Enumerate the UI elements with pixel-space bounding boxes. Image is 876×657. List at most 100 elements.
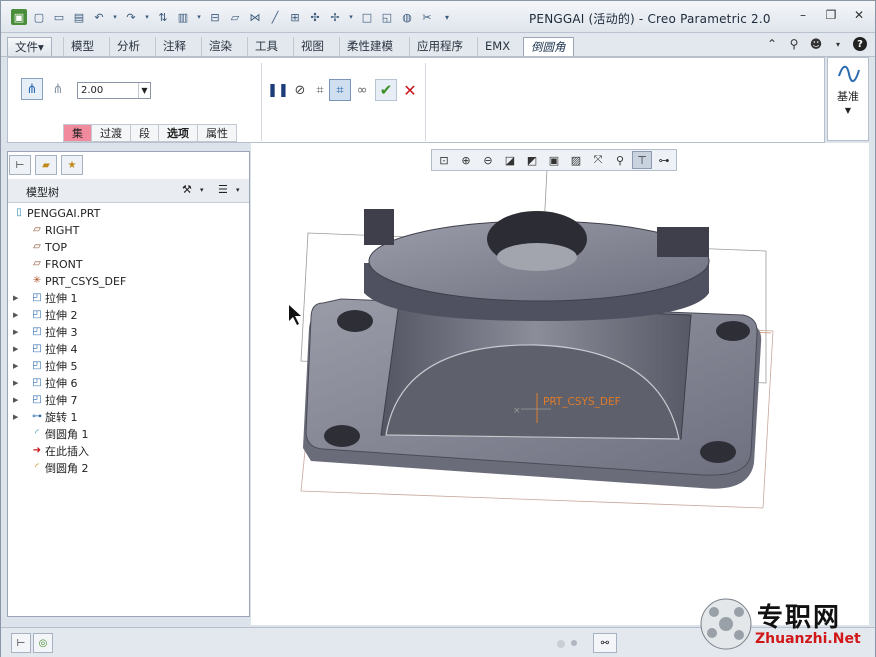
pattern-icon[interactable]: ⊞	[287, 9, 303, 25]
subtab-properties[interactable]: 属性	[197, 124, 237, 142]
expand-arrow-icon[interactable]: ▶	[13, 307, 18, 324]
collapse-ribbon-icon[interactable]: ⌃	[765, 37, 779, 51]
mirror-icon[interactable]: ⋈	[247, 9, 263, 25]
expand-arrow-icon[interactable]: ▶	[13, 409, 18, 426]
tab-tools[interactable]: 工具	[247, 37, 285, 56]
datum-point-icon[interactable]: ✢	[327, 9, 343, 25]
tree-item[interactable]: ▱ TOP	[11, 239, 247, 256]
sketch-icon[interactable]: ▱	[227, 9, 243, 25]
community-dropdown-icon[interactable]: ▾	[831, 37, 845, 51]
tree-item[interactable]: ✳ PRT_CSYS_DEF	[11, 273, 247, 290]
tab-annotate[interactable]: 注释	[155, 37, 193, 56]
expand-arrow-icon[interactable]: ▶	[13, 392, 18, 409]
tab-view[interactable]: 视图	[293, 37, 331, 56]
refit-icon[interactable]: ⊡	[434, 151, 454, 169]
subtab-pieces[interactable]: 段	[130, 124, 158, 142]
constant-round-icon[interactable]: ⋔	[21, 78, 43, 100]
tab-round[interactable]: 倒圆角	[523, 37, 574, 56]
csys-icon[interactable]: ✣	[307, 9, 323, 25]
full-round-icon[interactable]: ⋔	[47, 78, 69, 100]
close-window-icon[interactable]: ⊟	[207, 9, 223, 25]
show-browser-icon[interactable]: ◎	[33, 633, 53, 653]
undo-dropdown-icon[interactable]: ▾	[111, 9, 119, 25]
tab-applications[interactable]: 应用程序	[409, 37, 470, 56]
help-icon[interactable]: ?	[853, 37, 867, 51]
expand-arrow-icon[interactable]: ▶	[13, 358, 18, 375]
cut-icon[interactable]: ✂	[419, 9, 435, 25]
subtab-sets[interactable]: 集	[63, 124, 91, 142]
tree-item[interactable]: ◜ 倒圆角 1	[11, 426, 247, 443]
open-file-icon[interactable]: ▭	[51, 9, 67, 25]
expand-arrow-icon[interactable]: ▶	[13, 290, 18, 307]
tree-columns-icon[interactable]: ☰	[218, 183, 228, 196]
geometry-preview-icon[interactable]: ⌗	[309, 79, 331, 101]
minimize-icon[interactable]: –	[795, 8, 811, 22]
saved-views-icon[interactable]: ▣	[544, 151, 564, 169]
search-icon[interactable]: ⚲	[787, 37, 801, 51]
restore-icon[interactable]: ❐	[823, 8, 839, 22]
windows-icon[interactable]: ▥	[175, 9, 191, 25]
community-icon[interactable]: ☻	[809, 37, 823, 51]
new-file-icon[interactable]: ▢	[31, 9, 47, 25]
tab-file[interactable]: 文件▾	[7, 37, 52, 56]
spin-center-icon[interactable]: ⊶	[654, 151, 674, 169]
tree-item[interactable]: ▶ ◰ 拉伸 6	[11, 375, 247, 392]
model-tree-tab-icon[interactable]: ⊢	[9, 155, 31, 175]
tab-analysis[interactable]: 分析	[109, 37, 147, 56]
radius-input[interactable]: 2.00 ▼	[77, 82, 151, 99]
zoom-in-icon[interactable]: ⊕	[456, 151, 476, 169]
redo-dropdown-icon[interactable]: ▾	[143, 9, 151, 25]
display-style-icon[interactable]: ◩	[522, 151, 542, 169]
cancel-x-icon[interactable]: ✕	[399, 79, 421, 101]
feature-preview-icon[interactable]: ⌗	[329, 79, 351, 101]
tree-item[interactable]: ▶ ◰ 拉伸 1	[11, 290, 247, 307]
tab-render[interactable]: 渲染	[201, 37, 239, 56]
tab-emx[interactable]: EMX	[477, 37, 517, 56]
radius-dropdown-icon[interactable]: ▼	[138, 83, 150, 98]
tree-item[interactable]: ▶ ◰ 拉伸 7	[11, 392, 247, 409]
no-preview-icon[interactable]: ⊘	[289, 79, 311, 101]
expand-arrow-icon[interactable]: ▶	[13, 324, 18, 341]
tree-item[interactable]: ◜ 倒圆角 2	[11, 460, 247, 477]
tree-item[interactable]: ▶ ◰ 拉伸 4	[11, 341, 247, 358]
view-manager-icon[interactable]: ▨	[566, 151, 586, 169]
repaint-icon[interactable]: ◪	[500, 151, 520, 169]
tree-item[interactable]: ▯ PENGGAI.PRT	[11, 205, 247, 222]
tree-item[interactable]: ▶ ◰ 拉伸 5	[11, 358, 247, 375]
tree-item[interactable]: ▶ ◰ 拉伸 3	[11, 324, 247, 341]
windows-dropdown-icon[interactable]: ▾	[195, 9, 203, 25]
annotation-display-icon[interactable]: ⊤	[632, 151, 652, 169]
tree-settings-icon[interactable]: ⚒	[182, 183, 192, 196]
find-icon[interactable]: ⚯	[593, 633, 617, 653]
pause-icon[interactable]: ❚❚	[267, 79, 289, 101]
apply-check-icon[interactable]: ✔	[375, 79, 397, 101]
perspective-icon[interactable]: ⤧	[588, 151, 608, 169]
tab-flexible-modeling[interactable]: 柔性建模	[339, 37, 400, 56]
redo-icon[interactable]: ↷	[123, 9, 139, 25]
tree-columns-dropdown-icon[interactable]: ▾	[236, 186, 240, 194]
datum-dropdown-icon[interactable]: ▼	[828, 106, 868, 115]
expand-arrow-icon[interactable]: ▶	[13, 341, 18, 358]
render-icon[interactable]: ◍	[399, 9, 415, 25]
tree-item[interactable]: ▱ RIGHT	[11, 222, 247, 239]
subtab-transitions[interactable]: 过渡	[91, 124, 130, 142]
tree-item[interactable]: ▱ FRONT	[11, 256, 247, 273]
verify-mode-icon[interactable]: ∞	[351, 79, 373, 101]
graphics-window[interactable]: × PRT_CSYS_DEF	[251, 143, 869, 625]
tree-item[interactable]: ▶ ◰ 拉伸 2	[11, 307, 247, 324]
undo-icon[interactable]: ↶	[91, 9, 107, 25]
customize-dropdown-icon[interactable]: ▾	[439, 9, 455, 25]
datum-display-icon[interactable]: ⚲	[610, 151, 630, 169]
save-icon[interactable]: ▤	[71, 9, 87, 25]
annotation-icon[interactable]: ◱	[379, 9, 395, 25]
tab-model[interactable]: 模型	[63, 37, 101, 56]
show-navigator-icon[interactable]: ⊢	[11, 633, 31, 653]
folder-browser-tab-icon[interactable]: ▰	[35, 155, 57, 175]
tree-item[interactable]: ▶ ⊶ 旋转 1	[11, 409, 247, 426]
expand-arrow-icon[interactable]: ▶	[13, 375, 18, 392]
favorites-tab-icon[interactable]: ★	[61, 155, 83, 175]
box-icon[interactable]: □	[359, 9, 375, 25]
zoom-out-icon[interactable]: ⊖	[478, 151, 498, 169]
tree-settings-dropdown-icon[interactable]: ▾	[200, 186, 204, 194]
tree-item[interactable]: ➜ 在此插入	[11, 443, 247, 460]
